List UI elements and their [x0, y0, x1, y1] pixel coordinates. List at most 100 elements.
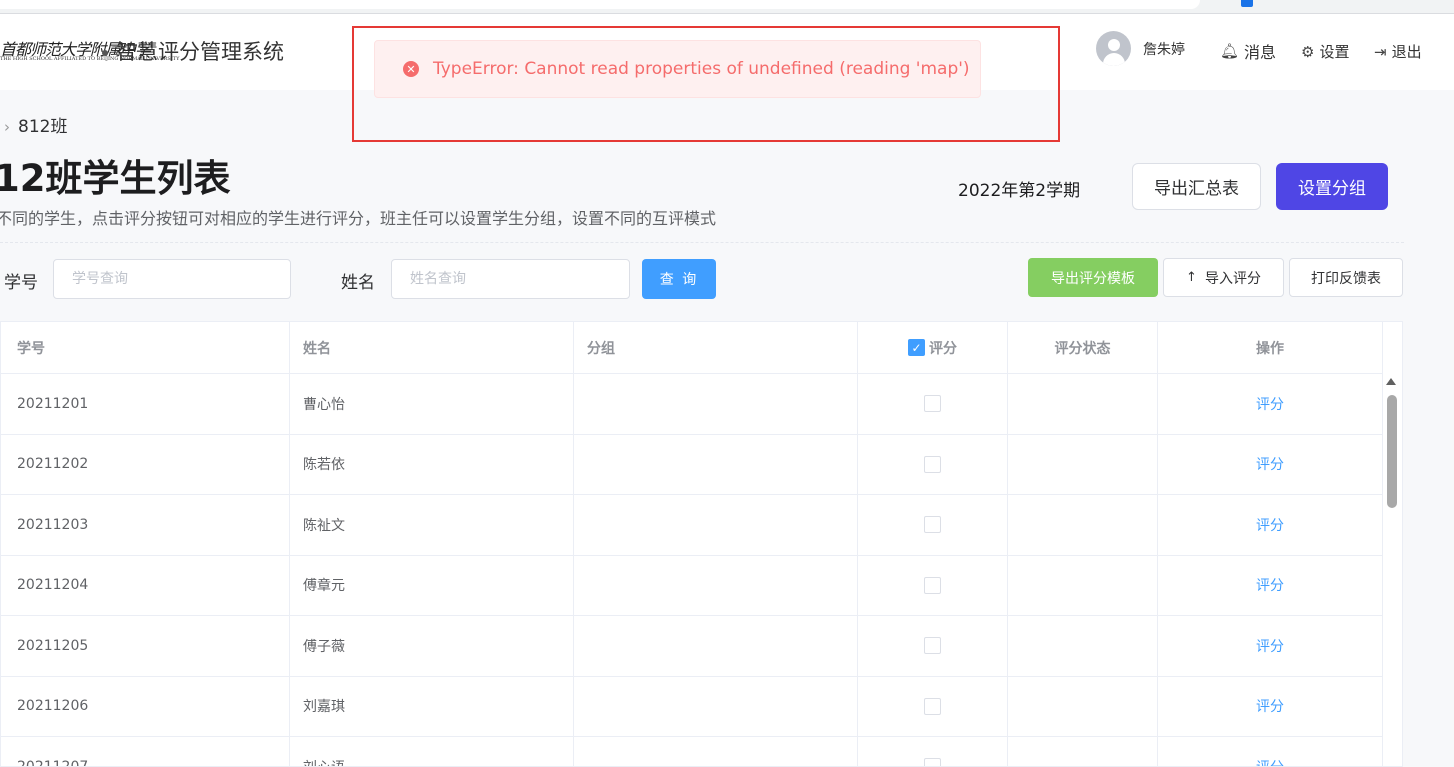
cell-action: 评分 — [1158, 435, 1382, 495]
gear-icon: ⚙ — [1301, 42, 1315, 61]
row-checkbox[interactable] — [924, 637, 941, 655]
row-checkbox[interactable] — [924, 576, 941, 594]
score-link[interactable]: 评分 — [1256, 757, 1284, 766]
error-toast: ✕ TypeError: Cannot read properties of u… — [374, 40, 981, 98]
scrollbar-thumb[interactable] — [1387, 395, 1397, 508]
header-student-id: 学号 — [1, 322, 290, 373]
table-row: 20211203 陈祉文 评分 — [1, 495, 1382, 556]
cell-score-status — [1008, 555, 1158, 615]
select-all-checkbox[interactable]: ✓ — [908, 339, 925, 356]
cell-student-id: 20211205 — [1, 616, 290, 676]
print-feedback-button[interactable]: 打印反馈表 — [1289, 258, 1403, 297]
cell-student-id: 20211207 — [1, 737, 290, 766]
cell-action: 评分 — [1158, 616, 1382, 676]
cell-action: 评分 — [1158, 495, 1382, 555]
browser-address-area[interactable] — [0, 0, 1200, 9]
settings-link[interactable]: ⚙ 设置 — [1301, 41, 1349, 62]
logout-icon: ⇥ — [1374, 42, 1387, 61]
cell-action: 评分 — [1158, 374, 1382, 434]
page-title: 12班学生列表 — [0, 157, 231, 200]
cell-score-status — [1008, 676, 1158, 736]
cell-name: 曹心怡 — [290, 374, 574, 434]
cell-score-status — [1008, 616, 1158, 676]
score-link[interactable]: 评分 — [1256, 394, 1284, 414]
row-checkbox[interactable] — [924, 516, 941, 534]
page-description: 不同的学生，点击评分按钮可对相应的学生进行评分，班主任可以设置学生分组，设置不同… — [0, 209, 717, 228]
cell-score-status — [1008, 495, 1158, 555]
table-row: 20211201 曹心怡 评分 — [1, 374, 1382, 435]
score-link[interactable]: 评分 — [1256, 515, 1284, 535]
avatar[interactable] — [1096, 31, 1131, 66]
system-title: 智慧评分管理系统 — [102, 36, 284, 66]
header-action: 操作 — [1256, 340, 1284, 357]
row-checkbox[interactable] — [924, 455, 941, 473]
header-score[interactable]: ✓ 评分 — [858, 322, 1008, 373]
score-link[interactable]: 评分 — [1256, 575, 1284, 595]
cell-score-select — [858, 555, 1008, 615]
cell-group — [574, 434, 858, 494]
table-row: 20211206 刘嘉琪 评分 — [1, 676, 1382, 737]
cell-action: 评分 — [1158, 737, 1382, 766]
cell-score-select — [858, 434, 1008, 494]
cell-score-select — [858, 374, 1008, 434]
cell-group — [574, 676, 858, 736]
section-divider — [0, 242, 1404, 243]
set-group-button[interactable]: 设置分组 — [1276, 163, 1388, 210]
messages-link[interactable]: 🔔︎ 消息 — [1220, 39, 1276, 63]
scrollbar-gutter — [1382, 322, 1402, 766]
row-checkbox[interactable] — [924, 758, 941, 766]
student-id-input[interactable] — [53, 259, 291, 299]
table-row: 20211204 傅章元 评分 — [1, 555, 1382, 616]
logout-link[interactable]: ⇥ 退出 — [1374, 41, 1422, 62]
cell-student-id: 20211201 — [1, 374, 290, 434]
cell-student-id: 20211202 — [1, 434, 290, 494]
table-row: 20211205 傅子薇 评分 — [1, 616, 1382, 677]
import-score-button[interactable]: ↑ 导入评分 — [1163, 258, 1284, 297]
bell-icon: 🔔︎ — [1220, 42, 1240, 60]
table-row: 20211207刘心语评分 — [1, 737, 1382, 766]
cell-group — [574, 495, 858, 555]
cell-score-status — [1008, 374, 1158, 434]
cell-group — [574, 737, 858, 766]
user-name: 詹朱婷 — [1143, 41, 1185, 58]
cell-group — [574, 616, 858, 676]
header-name: 姓名 — [290, 322, 574, 373]
score-link[interactable]: 评分 — [1256, 454, 1284, 474]
cell-group — [574, 555, 858, 615]
title-dot — [102, 50, 108, 56]
name-label: 姓名 — [341, 273, 375, 293]
row-checkbox[interactable] — [924, 395, 941, 413]
query-button[interactable]: 查 询 — [642, 259, 716, 299]
cell-name: 刘心语 — [290, 737, 574, 766]
export-summary-button[interactable]: 导出汇总表 — [1132, 163, 1261, 210]
cell-score-select — [858, 616, 1008, 676]
extension-icon[interactable] — [1241, 0, 1253, 7]
row-checkbox[interactable] — [924, 697, 941, 715]
name-input[interactable] — [391, 259, 630, 299]
cell-action: 评分 — [1158, 556, 1382, 616]
cell-name: 傅章元 — [290, 555, 574, 615]
export-template-button[interactable]: 导出评分模板 — [1028, 258, 1158, 297]
breadcrumb: › 812班 — [4, 112, 67, 137]
cell-score-select — [858, 495, 1008, 555]
user-profile[interactable]: 詹朱婷 — [1096, 31, 1185, 66]
semester-label: 2022年第2学期 — [958, 181, 1081, 201]
cell-score-select — [858, 676, 1008, 736]
score-link[interactable]: 评分 — [1256, 696, 1284, 716]
scroll-up-arrow[interactable] — [1386, 378, 1396, 385]
error-circle-icon: ✕ — [403, 61, 419, 77]
chevron-right-icon: › — [4, 118, 10, 136]
upload-icon: ↑ — [1186, 270, 1197, 285]
cell-name: 陈祉文 — [290, 495, 574, 555]
student-id-label: 学号 — [4, 273, 38, 293]
score-link[interactable]: 评分 — [1256, 636, 1284, 656]
header-group: 分组 — [574, 322, 858, 373]
browser-top-strip — [0, 0, 1454, 14]
header-score-status: 评分状态 — [1008, 322, 1158, 373]
cell-score-select — [858, 737, 1008, 766]
cell-action: 评分 — [1158, 677, 1382, 737]
student-table: 学号 姓名 分组 ✓ 评分 评分状态 操作 20211201 曹心怡 评分 202112… — [0, 321, 1403, 767]
cell-student-id: 20211206 — [1, 676, 290, 736]
cell-score-status — [1008, 737, 1158, 766]
breadcrumb-current[interactable]: 812班 — [18, 117, 67, 137]
